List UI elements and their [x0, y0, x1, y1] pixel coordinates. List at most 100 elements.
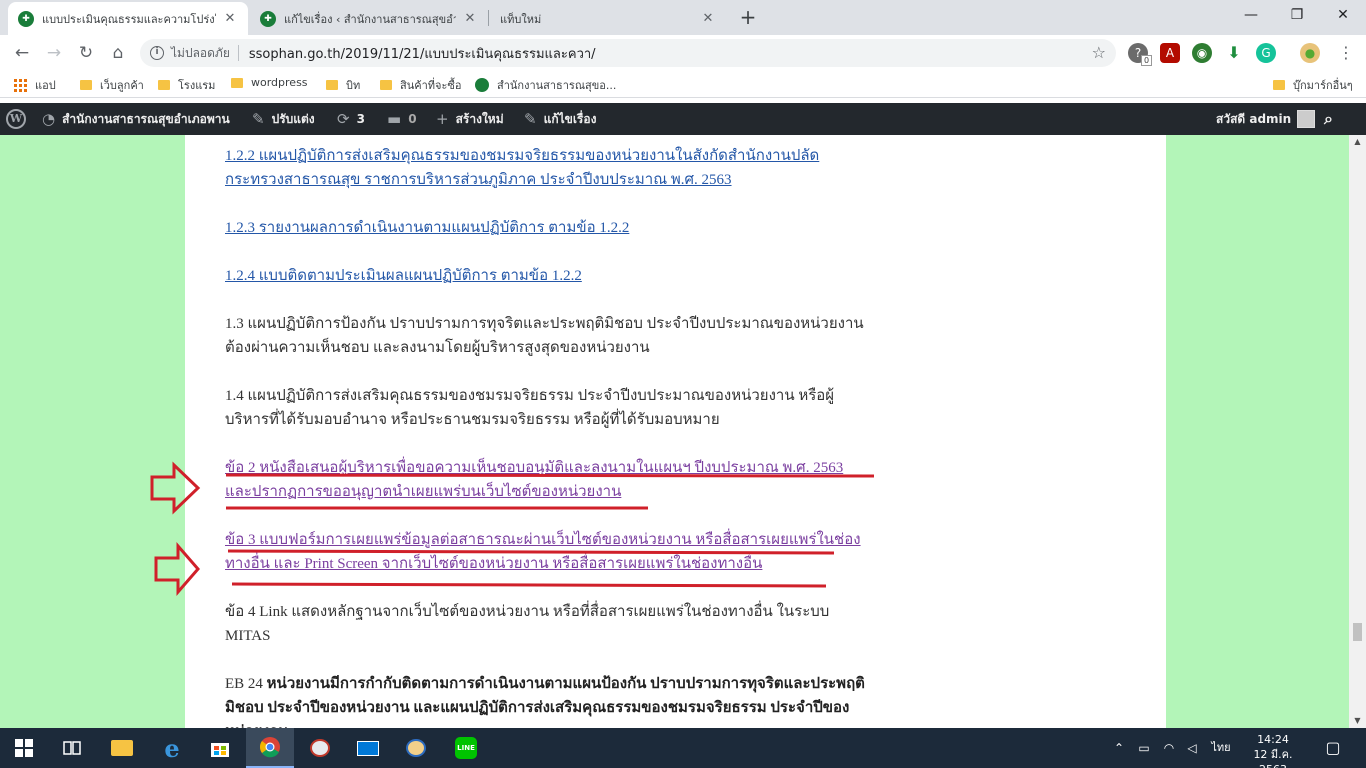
bookmark-folder[interactable]: โรงแรม [158, 76, 215, 94]
language-indicator[interactable]: ไทย [1208, 728, 1234, 768]
tray-expand-icon[interactable]: ⌃ [1110, 728, 1128, 768]
bookmarks-bar: แอป เว็บลูกค้า โรงแรม wordpress บิท สินค… [0, 70, 1366, 98]
avatar [1297, 110, 1316, 128]
greeting-label: สวัสดี admin [1216, 111, 1292, 126]
bookmark-label: บิท [346, 79, 361, 92]
mail-icon[interactable] [344, 728, 392, 768]
wp-my-account[interactable]: สวัสดี admin [1216, 103, 1316, 135]
comments-count: 0 [408, 112, 417, 126]
annotation-overlay [150, 461, 875, 597]
task-view-icon[interactable] [48, 728, 96, 768]
bookmark-label: โรงแรม [178, 79, 216, 92]
back-arrow-icon[interactable]: ← [8, 39, 36, 67]
clock-date: 12 มี.ค. 2563 [1253, 748, 1293, 768]
volume-muted-icon[interactable]: ◁ [1182, 728, 1202, 768]
chrome-icon[interactable] [246, 728, 294, 768]
menu-dots-icon[interactable]: ⋮ [1332, 39, 1360, 67]
store-icon[interactable] [196, 728, 244, 768]
minimize-button[interactable]: — [1228, 0, 1274, 30]
wordpress-logo-icon[interactable]: W [6, 109, 26, 129]
extension-badge: 0 [1141, 55, 1153, 66]
bookmark-folder[interactable]: wordpress [231, 76, 308, 89]
folder-icon [380, 80, 392, 90]
scroll-up-icon[interactable]: ▲ [1349, 135, 1366, 149]
download-extension-icon[interactable]: ⬇ [1224, 43, 1244, 63]
plus-icon: + [436, 110, 449, 128]
wp-updates[interactable]: ⟳ 3 [337, 103, 365, 135]
brush-icon: ✎ [252, 110, 265, 128]
search-icon[interactable]: ⌕ [1324, 103, 1333, 135]
bookmark-label: บุ๊กมาร์กอื่นๆ [1293, 79, 1353, 92]
edge-browser-icon[interactable]: e [148, 728, 196, 768]
paint-palette-icon[interactable] [392, 728, 440, 768]
maximize-button[interactable]: ❐ [1274, 0, 1320, 30]
pdf-extension-icon[interactable]: A [1160, 43, 1180, 63]
wifi-icon[interactable]: ◠ [1158, 728, 1180, 768]
insecure-label[interactable]: ไม่ปลอดภัย [171, 44, 230, 63]
bookmark-folder[interactable]: สินค้าที่จะซื้อ [380, 76, 461, 94]
folder-icon [231, 77, 243, 88]
wp-site-name[interactable]: ◔ สำนักงานสาธารณสุขอำเภอพาน [42, 103, 230, 135]
profile-avatar[interactable]: ● [1300, 43, 1320, 63]
new-tab-button[interactable]: + [736, 6, 760, 30]
notification-icon[interactable]: ▢ [1318, 728, 1348, 768]
windows-taskbar: e LINE ⌃ ▭ ◠ ◁ ไทย 14:24 12 มี.ค. 2563 ▢ [0, 728, 1366, 768]
address-bar[interactable]: i ไม่ปลอดภัย ssophan.go.th/2019/11/21/แบ… [140, 39, 1116, 67]
moph-logo-icon: ✚ [18, 10, 34, 27]
red-underline [231, 582, 827, 588]
divider [237, 45, 239, 61]
grammarly-icon[interactable]: G [1256, 43, 1276, 63]
battery-icon[interactable]: ▭ [1134, 728, 1154, 768]
paint-icon[interactable] [296, 728, 344, 768]
tab-new-tab[interactable]: แท็บใหม่ ✕ [490, 2, 726, 35]
bookmark-label: wordpress [251, 76, 308, 89]
info-icon[interactable]: i [150, 46, 164, 60]
bookmark-star-icon[interactable]: ☆ [1092, 43, 1106, 62]
browser-toolbar: ← → ↻ ⌂ i ไม่ปลอดภัย ssophan.go.th/2019/… [0, 35, 1366, 70]
tab-title: แบบประเมินคุณธรรมและความโปร่งใสของ [42, 12, 216, 26]
pencil-icon: ✎ [524, 110, 537, 128]
red-arrow-icon [154, 541, 200, 597]
page-scrollbar[interactable]: ▲ ▼ [1349, 135, 1366, 728]
edit-label: แก้ไขเรื่อง [543, 111, 597, 126]
wp-comments[interactable]: ▬ 0 [387, 103, 417, 135]
scrollbar-thumb[interactable] [1353, 623, 1362, 641]
updates-count: 3 [356, 112, 365, 126]
reload-icon[interactable]: ↻ [72, 39, 100, 67]
bookmark-label: สินค้าที่จะซื้อ [400, 79, 462, 92]
close-window-button[interactable]: ✕ [1320, 0, 1366, 30]
bookmark-folder[interactable]: เว็บลูกค้า [80, 76, 144, 94]
home-icon[interactable]: ⌂ [104, 39, 132, 67]
close-tab-icon[interactable]: ✕ [462, 11, 478, 26]
windows-logo-icon [15, 739, 33, 757]
forward-arrow-icon[interactable]: → [40, 39, 68, 67]
bookmark-site[interactable]: สำนักงานสาธารณสุขอ... [475, 76, 616, 94]
tab-title: แก้ไขเรื่อง ‹ สำนักงานสาธารณสุขอำเภอ [284, 12, 456, 26]
tab-edit-post[interactable]: ✚ แก้ไขเรื่อง ‹ สำนักงานสาธารณสุขอำเภอ ✕ [250, 2, 488, 35]
customize-label: ปรับแต่ง [271, 111, 315, 126]
red-underline [225, 473, 875, 478]
page-viewport: 1.2.2 แผนปฏิบัติการส่งเสริมคุณธรรมของชมร… [0, 135, 1349, 728]
wp-new[interactable]: + สร้างใหม่ [436, 103, 504, 135]
close-tab-icon[interactable]: ✕ [700, 11, 716, 26]
start-button[interactable] [0, 728, 48, 768]
line-app-icon[interactable]: LINE [442, 728, 490, 768]
site-name-label: สำนักงานสาธารณสุขอำเภอพาน [62, 111, 230, 126]
folder-icon [80, 80, 92, 90]
folder-icon [158, 80, 170, 90]
tab-evaluation[interactable]: ✚ แบบประเมินคุณธรรมและความโปร่งใสของ ✕ [8, 2, 248, 35]
tab-separator [488, 10, 489, 26]
file-explorer-icon[interactable] [98, 728, 146, 768]
new-label: สร้างใหม่ [455, 111, 504, 126]
red-underline [227, 549, 835, 555]
globe-extension-icon[interactable]: ◉ [1192, 43, 1212, 63]
close-tab-icon[interactable]: ✕ [222, 11, 238, 26]
bookmark-other[interactable]: บุ๊กมาร์กอื่นๆ [1273, 76, 1353, 94]
system-clock[interactable]: 14:24 12 มี.ค. 2563 [1238, 732, 1308, 768]
wp-edit-post[interactable]: ✎ แก้ไขเรื่อง [524, 103, 596, 135]
bookmark-apps[interactable]: แอป [14, 76, 56, 94]
scroll-down-icon[interactable]: ▼ [1349, 714, 1366, 728]
url-text[interactable]: ssophan.go.th/2019/11/21/แบบประเมินคุณธร… [249, 43, 1116, 64]
bookmark-folder[interactable]: บิท [326, 76, 360, 94]
wp-customize[interactable]: ✎ ปรับแต่ง [252, 103, 315, 135]
